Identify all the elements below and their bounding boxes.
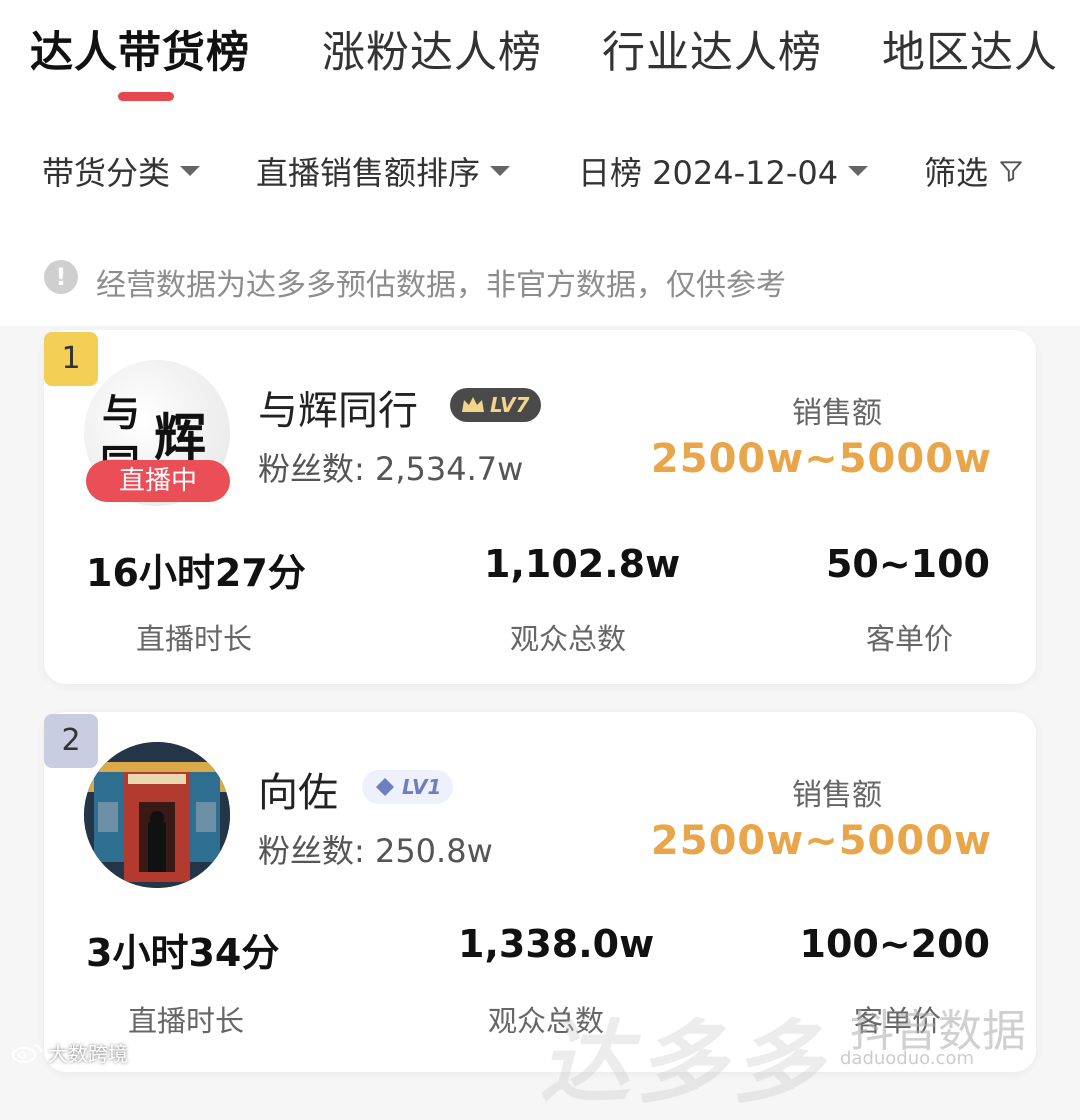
crown-icon bbox=[462, 397, 484, 412]
rank-badge: 2 bbox=[44, 714, 98, 768]
date-dropdown-label: 日榜 2024-12-04 bbox=[578, 154, 839, 192]
sort-dropdown-label: 直播销售额排序 bbox=[256, 154, 481, 192]
tab-industry-ranking[interactable]: 行业达人榜 bbox=[602, 18, 822, 80]
filter-bar: 带货分类 直播销售额排序 日榜 2024-12-04 筛选 bbox=[0, 110, 1080, 230]
active-tab-indicator bbox=[118, 92, 174, 101]
watermark-url: daduoduo.com bbox=[840, 1048, 974, 1069]
sort-dropdown[interactable]: 直播销售额排序 bbox=[256, 148, 511, 194]
weibo-icon bbox=[12, 1043, 42, 1063]
unit-price-label: 客单价 bbox=[866, 622, 954, 656]
live-duration-label: 直播时长 bbox=[128, 1004, 245, 1038]
fans-count: 粉丝数: 2,534.7w bbox=[258, 450, 524, 488]
avatar-photo bbox=[84, 742, 230, 888]
streamer-name[interactable]: 向佐 bbox=[258, 760, 338, 818]
category-dropdown-label: 带货分类 bbox=[42, 154, 171, 192]
category-dropdown[interactable]: 带货分类 bbox=[42, 148, 201, 194]
unit-price-value: 50~100 bbox=[825, 542, 990, 586]
avatar-calligraphy: 与 bbox=[102, 390, 141, 435]
data-disclaimer: ! 经营数据为达多多预估数据，非官方数据，仅供参考 bbox=[0, 230, 1080, 326]
filter-button[interactable]: 筛选 bbox=[924, 148, 1024, 194]
ranking-card[interactable]: 1 与 辉 同 行 直播中 与辉同行 LV7 粉丝数: 2,534.7w 销售额… bbox=[44, 330, 1036, 684]
tab-sales-ranking[interactable]: 达人带货榜 bbox=[30, 18, 250, 80]
caret-down-icon bbox=[490, 166, 511, 176]
ranking-tabs: 达人带货榜 涨粉达人榜 行业达人榜 地区达人 bbox=[0, 0, 1080, 110]
unit-price-value: 100~200 bbox=[799, 922, 990, 966]
sales-label: 销售额 bbox=[792, 778, 882, 813]
tab-fans-growth-ranking[interactable]: 涨粉达人榜 bbox=[322, 18, 542, 80]
sales-value: 2500w~5000w bbox=[650, 818, 992, 864]
live-duration-value: 3小时34分 bbox=[86, 931, 280, 975]
level-badge: LV7 bbox=[450, 388, 542, 422]
tab-region-ranking[interactable]: 地区达人 bbox=[882, 18, 1058, 80]
audience-total-value: 1,102.8w bbox=[484, 542, 681, 586]
watermark-logo: 达多多 bbox=[540, 1011, 828, 1116]
sales-value: 2500w~5000w bbox=[650, 436, 992, 482]
audience-total-value: 1,338.0w bbox=[458, 922, 655, 966]
avatar[interactable] bbox=[84, 742, 230, 888]
info-icon: ! bbox=[44, 260, 78, 294]
source-watermark: 大数跨境 bbox=[10, 1038, 128, 1067]
level-text: LV1 bbox=[402, 775, 442, 799]
caret-down-icon bbox=[848, 166, 869, 176]
live-duration-label: 直播时长 bbox=[136, 622, 253, 656]
fans-count: 粉丝数: 250.8w bbox=[258, 832, 493, 870]
rank-badge: 1 bbox=[44, 332, 98, 386]
live-duration-value: 16小时27分 bbox=[86, 551, 306, 595]
filter-button-label: 筛选 bbox=[924, 154, 989, 192]
caret-down-icon bbox=[180, 166, 201, 176]
level-badge: LV1 bbox=[362, 770, 454, 804]
streamer-name[interactable]: 与辉同行 bbox=[258, 378, 418, 436]
disclaimer-text: 经营数据为达多多预估数据，非官方数据，仅供参考 bbox=[96, 268, 786, 303]
date-dropdown[interactable]: 日榜 2024-12-04 bbox=[578, 148, 869, 194]
live-badge[interactable]: 直播中 bbox=[86, 460, 230, 502]
level-text: LV7 bbox=[490, 393, 530, 417]
funnel-icon bbox=[1000, 161, 1022, 182]
audience-total-label: 观众总数 bbox=[510, 622, 627, 656]
source-watermark-text: 大数跨境 bbox=[48, 1042, 128, 1066]
diamond-icon bbox=[376, 778, 394, 796]
sales-label: 销售额 bbox=[792, 396, 882, 431]
